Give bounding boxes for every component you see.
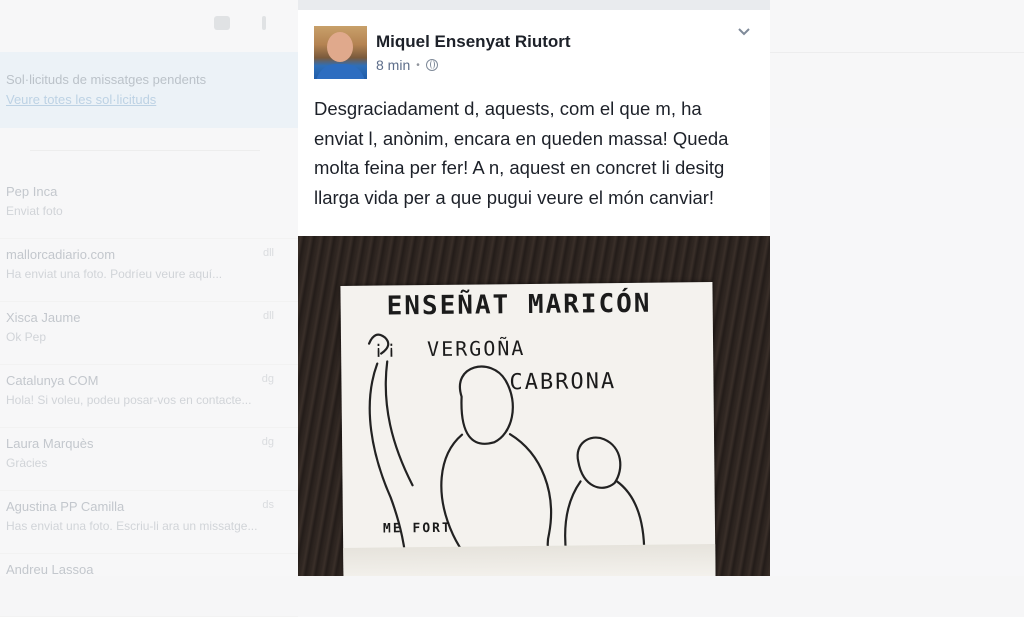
facebook-post: Miquel Ensenyat Riutort 8 min • Desgraci… [298, 0, 770, 576]
post-author-name[interactable]: Miquel Ensenyat Riutort [376, 32, 571, 52]
conversation-time: dll [262, 247, 274, 259]
avatar-face [327, 32, 353, 62]
list-item[interactable]: Laura Marquès Gràcies dg [0, 428, 298, 491]
divider [30, 150, 260, 151]
list-item[interactable]: Xisca Jaume Ok Pep dll [0, 302, 298, 365]
conversation-name: Agustina PP Camilla [6, 499, 125, 514]
background-conversation-list: Sol·licituds de missatges pendents Veure… [0, 0, 298, 617]
conversation-name: mallorcadiario.com [6, 247, 116, 262]
post-meta: 8 min • [376, 57, 438, 73]
conversation-name: Andreu Lassoa [6, 562, 94, 577]
banner-title: Sol·licituds de missatges pendents [6, 72, 207, 87]
list-item[interactable]: Andreu Lassoa [0, 554, 298, 617]
conversation-name: Xisca Jaume [6, 310, 81, 325]
background-toolbar [0, 0, 298, 50]
conversation-name: Catalunya COM [6, 373, 99, 388]
chevron-down-icon[interactable] [736, 24, 752, 40]
conversation-time: dg [261, 436, 274, 448]
note-signature: ME FORT [382, 520, 452, 537]
background-right-header [770, 0, 1024, 53]
list-item[interactable]: Catalunya COM Hola! Si voleu, podeu posa… [0, 365, 298, 428]
conversation-preview: Enviat foto [6, 204, 63, 218]
list-item[interactable]: mallorcadiario.com Ha enviat una foto. P… [0, 239, 298, 302]
conversation-preview: Gràcies [6, 456, 48, 470]
list-item[interactable]: Pep Inca Enviat foto [0, 176, 298, 239]
avatar-shirt [316, 64, 365, 79]
conversation-preview: Hola! Si voleu, podeu posar-vos en conta… [6, 393, 252, 407]
conversation-name: Pep Inca [6, 184, 58, 199]
meta-separator: • [416, 59, 420, 71]
compose-icon [214, 16, 230, 30]
feed-divider [298, 0, 770, 10]
banner-link[interactable]: Veure totes les sol·licituds [6, 92, 156, 107]
avatar[interactable] [314, 26, 367, 79]
conversation-name: Laura Marquès [6, 436, 94, 451]
more-icon [262, 16, 266, 30]
globe-icon [425, 59, 438, 71]
conversation-preview: Ha enviat una foto. Podríeu veure aquí..… [6, 267, 223, 281]
conversation-preview: Has enviat una foto. Escriu-li ara un mi… [6, 519, 258, 533]
conversation-time: dll [262, 310, 274, 322]
handwritten-note: ENSEÑAT MARICÓN ¡¡ VERGOÑA CABRONA ME FO… [340, 282, 716, 576]
post-text: Desgraciadament d, aquests, com el que m… [314, 98, 729, 208]
post-timestamp[interactable]: 8 min [376, 57, 410, 73]
post-photo[interactable]: ENSEÑAT MARICÓN ¡¡ VERGOÑA CABRONA ME FO… [298, 236, 770, 576]
conversation-time: ds [262, 499, 274, 511]
message-requests-banner[interactable]: Sol·licituds de missatges pendents Veure… [0, 52, 298, 128]
list-item[interactable]: Agustina PP Camilla Has enviat una foto.… [0, 491, 298, 554]
paper-fold [343, 544, 716, 576]
conversation-preview: Ok Pep [6, 330, 47, 344]
background-right-panel [770, 0, 1024, 576]
conversation-time: dg [261, 373, 274, 385]
